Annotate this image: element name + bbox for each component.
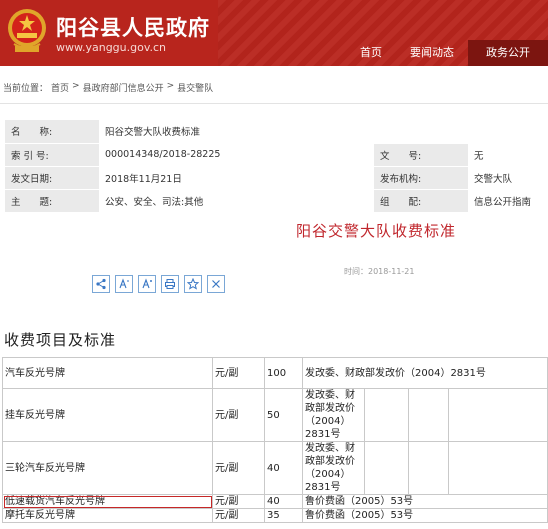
table-row: 低速载货汽车反光号牌 元/副 40 鲁价费函（2005）53号 bbox=[2, 494, 548, 509]
nav-item-home[interactable]: 首页 bbox=[346, 40, 396, 66]
site-header: 阳谷县人民政府 www.yanggu.gov.cn 首页 要闻动态 政务公开 bbox=[0, 0, 548, 66]
org-value: 交警大队 bbox=[468, 166, 548, 190]
breadcrumb-separator: > bbox=[72, 81, 80, 91]
table-row: 汽车反光号牌 元/副 100 发改委、财政部发改价（2004）2831号 bbox=[2, 357, 548, 389]
fee-table: 汽车反光号牌 元/副 100 发改委、财政部发改价（2004）2831号 挂车反… bbox=[2, 357, 548, 523]
index-label: 索 引 号: bbox=[5, 143, 99, 167]
fee-item-price: 100 bbox=[264, 357, 303, 389]
name-label: 名 称: bbox=[5, 120, 99, 144]
document-toolbar bbox=[92, 275, 225, 293]
section-title: 收费项目及标准 bbox=[4, 331, 117, 349]
table-row: 挂车反光号牌 元/副 50 发改委、财政部发改价（2004）2831号 bbox=[2, 388, 548, 442]
fee-item-price: 40 bbox=[264, 494, 303, 509]
fee-item-price: 35 bbox=[264, 508, 303, 523]
empty-cell bbox=[408, 441, 449, 495]
fee-item-unit: 元/副 bbox=[212, 494, 265, 509]
favorite-icon[interactable] bbox=[184, 275, 202, 293]
doc-no-value: 无 bbox=[468, 143, 548, 167]
document-title: 阳谷交警大队收费标准 bbox=[296, 222, 457, 240]
empty-cell bbox=[408, 388, 449, 442]
doc-no-label: 文 号: bbox=[374, 143, 468, 167]
fee-item-price: 40 bbox=[264, 441, 303, 495]
fee-item-name: 挂车反光号牌 bbox=[2, 388, 213, 442]
fee-item-name: 摩托车反光号牌 bbox=[2, 508, 213, 523]
fee-item-basis: 鲁价费函（2005）53号 bbox=[302, 508, 548, 523]
fee-item-unit: 元/副 bbox=[212, 441, 265, 495]
empty-cell bbox=[364, 441, 409, 495]
breadcrumb-prefix: 当前位置： bbox=[3, 84, 49, 94]
breadcrumb-dept-info[interactable]: 县政府部门信息公开 bbox=[83, 81, 164, 94]
breadcrumb-home[interactable]: 首页 bbox=[51, 81, 69, 94]
date-value: 2018年11月21日 bbox=[99, 166, 374, 190]
table-row: 三轮汽车反光号牌 元/副 40 发改委、财政部发改价（2004）2831号 bbox=[2, 441, 548, 495]
fee-item-unit: 元/副 bbox=[212, 388, 265, 442]
document-meta-table: 名 称: 阳谷交警大队收费标准 索 引 号: 000014348/2018-28… bbox=[5, 120, 548, 213]
nav-item-gov-affairs[interactable]: 政务公开 bbox=[468, 40, 548, 66]
fee-item-unit: 元/副 bbox=[212, 357, 265, 389]
category-value: 信息公开指南 bbox=[468, 189, 548, 213]
date-label: 发文日期: bbox=[5, 166, 99, 190]
national-emblem-icon bbox=[8, 9, 46, 52]
fee-item-basis: 鲁价费函（2005）53号 bbox=[302, 494, 548, 509]
empty-cell bbox=[448, 441, 548, 495]
empty-cell bbox=[448, 388, 548, 442]
font-smaller-icon[interactable] bbox=[115, 275, 133, 293]
org-label: 发布机构: bbox=[374, 166, 468, 190]
fee-item-unit: 元/副 bbox=[212, 508, 265, 523]
index-value: 000014348/2018-28225 bbox=[99, 143, 374, 167]
empty-cell bbox=[364, 388, 409, 442]
site-title[interactable]: 阳谷县人民政府 bbox=[56, 12, 210, 42]
name-value: 阳谷交警大队收费标准 bbox=[99, 120, 548, 144]
fee-item-basis: 发改委、财政部发改价（2004）2831号 bbox=[302, 388, 365, 442]
category-label: 组 配: bbox=[374, 189, 468, 213]
breadcrumb-separator: > bbox=[166, 81, 175, 91]
fee-item-name: 汽车反光号牌 bbox=[2, 357, 213, 389]
topic-label: 主 题: bbox=[5, 189, 99, 213]
document-time: 时间：2018-11-21 bbox=[344, 267, 415, 276]
breadcrumb: 当前位置： 首页 > 县政府部门信息公开 > 县交警队 bbox=[3, 81, 213, 94]
site-url: www.yanggu.gov.cn bbox=[56, 41, 167, 54]
breadcrumb-traffic-police[interactable]: 县交警队 bbox=[177, 81, 213, 94]
font-larger-icon[interactable] bbox=[138, 275, 156, 293]
fee-item-name: 低速载货汽车反光号牌 bbox=[2, 494, 213, 509]
fee-item-basis: 发改委、财政部发改价（2004）2831号 bbox=[302, 441, 365, 495]
print-icon[interactable] bbox=[161, 275, 179, 293]
share-icon[interactable] bbox=[92, 275, 110, 293]
main-nav: 首页 要闻动态 政务公开 bbox=[346, 40, 548, 66]
table-row: 摩托车反光号牌 元/副 35 鲁价费函（2005）53号 bbox=[2, 508, 548, 523]
fee-item-basis: 发改委、财政部发改价（2004）2831号 bbox=[302, 357, 548, 389]
fee-item-name: 三轮汽车反光号牌 bbox=[2, 441, 213, 495]
breadcrumb-divider bbox=[0, 103, 548, 104]
topic-value: 公安、安全、司法:其他 bbox=[99, 189, 374, 213]
fee-item-price: 50 bbox=[264, 388, 303, 442]
nav-item-news[interactable]: 要闻动态 bbox=[396, 40, 468, 66]
close-icon[interactable] bbox=[207, 275, 225, 293]
